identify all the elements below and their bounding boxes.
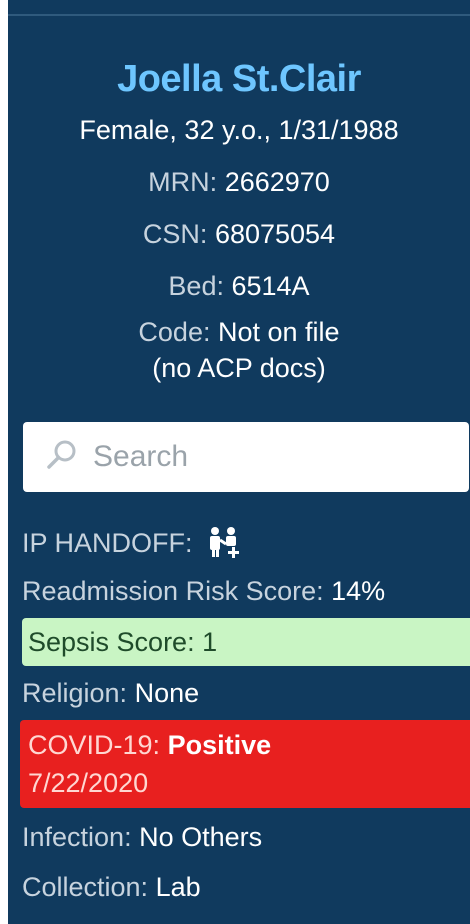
infection-label: Infection: xyxy=(22,822,132,852)
csn-value: 68075054 xyxy=(214,219,336,249)
collection-row: Collection: Lab xyxy=(22,868,201,906)
ip-handoff-row[interactable]: IP HANDOFF: xyxy=(22,524,242,568)
search-icon xyxy=(45,438,79,477)
collection-label: Collection: xyxy=(22,872,149,902)
readmission-label: Readmission Risk Score: xyxy=(22,576,324,606)
infection-row[interactable]: Infection: No Others xyxy=(22,818,262,856)
patient-mrn: MRN: 2662970 xyxy=(8,156,470,208)
religion-value: None xyxy=(134,678,200,708)
sepsis-value: 1 xyxy=(202,627,218,657)
code-value: Not on file xyxy=(218,317,340,347)
top-divider xyxy=(8,14,470,16)
bed-label: Bed: xyxy=(168,271,224,301)
ip-handoff-label: IP HANDOFF: xyxy=(22,528,193,558)
patient-name[interactable]: Joella St.Clair xyxy=(8,54,470,104)
patient-bed: Bed: 6514A xyxy=(8,260,470,312)
patient-header: Joella St.Clair Female, 32 y.o., 1/31/19… xyxy=(8,54,470,386)
patient-demographics: Female, 32 y.o., 1/31/1988 xyxy=(79,115,399,145)
sepsis-score-badge[interactable]: Sepsis Score: 1 xyxy=(22,618,470,666)
readmission-value: 14% xyxy=(331,576,386,606)
search-box[interactable] xyxy=(23,422,469,492)
covid-date: 7/22/2020 xyxy=(28,768,149,798)
covid-label: COVID-19: xyxy=(28,730,161,760)
patient-sidebar: Joella St.Clair Female, 32 y.o., 1/31/19… xyxy=(8,0,470,924)
religion-row: Religion: None xyxy=(22,674,199,712)
search-input[interactable] xyxy=(91,439,435,475)
readmission-risk-row[interactable]: Readmission Risk Score: 14% xyxy=(22,572,385,610)
patient-code[interactable]: Code: Not on file xyxy=(8,314,470,350)
code-label: Code: xyxy=(138,317,211,347)
bed-value: 6514A xyxy=(231,271,310,301)
sepsis-label: Sepsis Score: xyxy=(28,627,195,657)
csn-label: CSN: xyxy=(142,219,208,249)
covid-line: COVID-19: Positive xyxy=(28,726,470,764)
collection-value: Lab xyxy=(155,872,201,902)
covid-status-badge[interactable]: COVID-19: Positive 7/22/2020 xyxy=(20,720,470,808)
mrn-value: 2662970 xyxy=(224,167,330,197)
infection-value: No Others xyxy=(139,822,263,852)
covid-value: Positive xyxy=(167,730,272,760)
patient-csn: CSN: 68075054 xyxy=(8,208,470,260)
handoff-icon[interactable] xyxy=(208,526,242,568)
religion-label: Religion: xyxy=(22,678,128,708)
mrn-label: MRN: xyxy=(148,167,218,197)
code-note: (no ACP docs) xyxy=(152,353,326,383)
